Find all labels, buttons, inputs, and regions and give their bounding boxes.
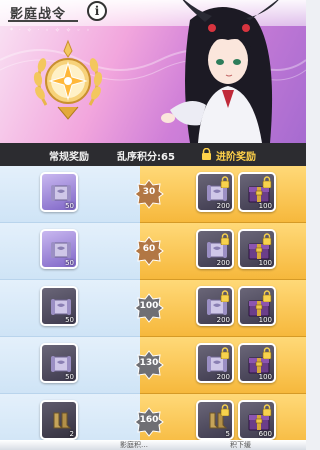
battlepass-header: 影庭战令 i * · ✧ · ◦ ✧ ✧ ◦ ◦ (0, 0, 306, 143)
reward-quantity: 50 (65, 373, 74, 381)
season-emblem-icon (33, 39, 103, 120)
reward-quantity: 200 (216, 373, 230, 381)
reward-quantity: 50 (65, 202, 74, 210)
premium-reward-item[interactable]: 100 (238, 286, 276, 326)
free-reward-item[interactable]: 50 (40, 286, 78, 326)
premium-rewards-label: 进阶奖励 (216, 152, 256, 163)
reward-row: 50 100 200 100 (0, 280, 306, 337)
reward-quantity: 600 (258, 430, 272, 438)
lock-icon (262, 290, 272, 302)
premium-reward-item[interactable]: 600 (238, 400, 276, 440)
info-button[interactable]: i (87, 1, 107, 21)
premium-reward-item[interactable]: 5 (196, 400, 234, 440)
reward-quantity: 50 (65, 259, 74, 267)
reward-quantity: 5 (225, 430, 230, 438)
level-badge-value: 100 (139, 301, 159, 311)
level-badge-value: 160 (139, 415, 159, 425)
reward-quantity: 200 (216, 259, 230, 267)
footer-right-text: 积下缓 (230, 441, 251, 449)
footer-peek: 影庭积… 积下缓 (0, 440, 306, 450)
reward-quantity: 200 (216, 202, 230, 210)
reward-quantity: 100 (258, 316, 272, 324)
scroll-icon (51, 356, 71, 372)
premium-reward-item[interactable]: 200 (196, 286, 234, 326)
reward-track-list: 50 30 200 100 50 60 200 100 50 100 200 1… (0, 166, 306, 450)
lock-icon (262, 404, 272, 416)
lock-icon (262, 233, 272, 245)
reward-quantity: 100 (258, 202, 272, 210)
premium-reward-item[interactable]: 200 (196, 172, 234, 212)
reward-row: 50 30 200 100 (0, 166, 306, 223)
lock-icon (262, 176, 272, 188)
reward-quantity: 100 (258, 373, 272, 381)
level-badge-value: 130 (139, 358, 159, 368)
character-portrait (161, 0, 279, 143)
lock-icon (220, 176, 230, 188)
level-badge-value: 60 (142, 244, 156, 254)
free-reward-item[interactable]: 50 (40, 229, 78, 269)
premium-reward-item[interactable]: 100 (238, 343, 276, 383)
footer-left-text: 影庭积… (120, 441, 148, 449)
free-reward-item[interactable]: 50 (40, 172, 78, 212)
free-reward-item[interactable]: 2 (40, 400, 78, 440)
scroll-icon (51, 242, 71, 258)
lock-icon (220, 347, 230, 359)
reward-row: 50 130 200 100 (0, 337, 306, 394)
lock-icon (220, 404, 230, 416)
premium-reward-item[interactable]: 100 (238, 229, 276, 269)
score-label: 乱序积分:65 (117, 152, 175, 163)
lock-icon (220, 233, 230, 245)
lock-icon (262, 347, 272, 359)
reward-quantity: 2 (69, 430, 74, 438)
scroll-icon (51, 299, 71, 315)
premium-reward-item[interactable]: 200 (196, 229, 234, 269)
premium-reward-item[interactable]: 100 (238, 172, 276, 212)
premium-lock-icon (202, 148, 211, 160)
free-rewards-label: 常规奖励 (49, 152, 89, 163)
title-underline (8, 20, 78, 22)
reward-quantity: 50 (65, 316, 74, 324)
level-badge-value: 30 (142, 187, 156, 197)
reward-quantity: 100 (258, 259, 272, 267)
reward-column-header: 常规奖励 乱序积分:65 进阶奖励 (0, 143, 306, 166)
premium-reward-item[interactable]: 200 (196, 343, 234, 383)
reward-row: 50 60 200 100 (0, 223, 306, 280)
lock-icon (220, 290, 230, 302)
scroll-icon (51, 185, 71, 201)
boots-icon (53, 412, 72, 429)
reward-quantity: 200 (216, 316, 230, 324)
free-reward-item[interactable]: 50 (40, 343, 78, 383)
